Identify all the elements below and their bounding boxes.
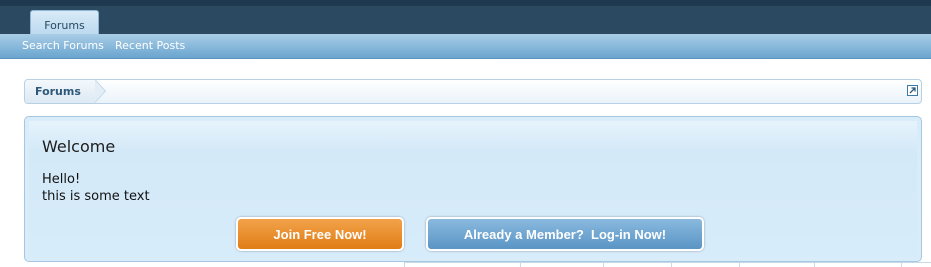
below-content-divider bbox=[404, 262, 931, 267]
breadcrumb-item-forums[interactable]: Forums bbox=[25, 80, 95, 103]
search-forums-link[interactable]: Search Forums bbox=[22, 34, 104, 58]
divider-tick bbox=[603, 263, 604, 267]
jump-to-icon[interactable] bbox=[907, 85, 918, 96]
breadcrumb-arrow-inner bbox=[95, 80, 105, 102]
join-free-button-label: Join Free Now! bbox=[273, 226, 367, 242]
notice-title: Welcome bbox=[42, 137, 116, 156]
breadcrumb: Forums bbox=[24, 79, 922, 104]
divider-tick bbox=[901, 263, 902, 267]
divider-tick bbox=[814, 263, 815, 267]
breadcrumb-item-label: Forums bbox=[35, 85, 81, 98]
tab-forums-label: Forums bbox=[44, 19, 85, 32]
sub-navigation-bar: Search Forums Recent Posts bbox=[0, 34, 931, 59]
join-free-button[interactable]: Join Free Now! bbox=[236, 217, 404, 251]
divider-tick bbox=[404, 263, 405, 267]
notice-text-line: this is some text bbox=[42, 189, 150, 204]
login-button[interactable]: Already a Member? Log-in Now! bbox=[426, 217, 704, 251]
divider-tick bbox=[520, 263, 521, 267]
recent-posts-link[interactable]: Recent Posts bbox=[115, 34, 185, 58]
divider-tick bbox=[739, 263, 740, 267]
notice-text-line: Hello! bbox=[42, 172, 81, 187]
top-navigation-bar: Forums bbox=[0, 0, 931, 40]
login-button-label: Already a Member? Log-in Now! bbox=[463, 226, 667, 242]
welcome-notice-body: Welcome Hello! this is some text Join Fr… bbox=[29, 121, 917, 257]
welcome-notice: Welcome Hello! this is some text Join Fr… bbox=[24, 116, 922, 262]
divider-tick bbox=[671, 263, 672, 267]
